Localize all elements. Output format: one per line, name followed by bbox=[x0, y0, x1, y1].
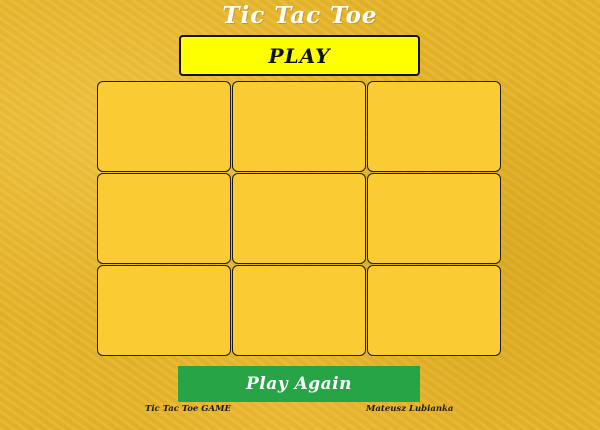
board-cell-7[interactable] bbox=[97, 265, 231, 356]
board-cell-5[interactable] bbox=[232, 173, 366, 264]
board-cell-6[interactable] bbox=[367, 173, 501, 264]
board-cell-2[interactable] bbox=[232, 81, 366, 172]
footer-game-name: Tic Tac Toe GAME bbox=[145, 404, 231, 414]
status-banner: PLAY bbox=[179, 35, 420, 76]
board-cell-1[interactable] bbox=[97, 81, 231, 172]
board-cell-8[interactable] bbox=[232, 265, 366, 356]
footer-author: Mateusz Lubianka bbox=[366, 404, 454, 414]
board-cell-3[interactable] bbox=[367, 81, 501, 172]
game-title: Tic Tac Toe bbox=[222, 2, 378, 29]
board-cell-4[interactable] bbox=[97, 173, 231, 264]
game-board bbox=[97, 81, 502, 358]
board-cell-9[interactable] bbox=[367, 265, 501, 356]
play-again-button[interactable]: Play Again bbox=[178, 366, 420, 402]
